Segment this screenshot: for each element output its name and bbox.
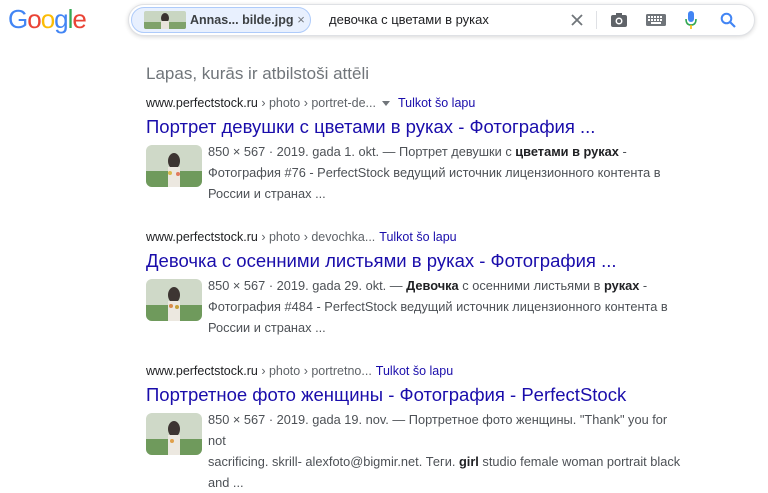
snippet-text: Фотография #484 - PerfectStock ведущий и… [208,299,668,314]
result-cite[interactable]: www.perfectstock.ru › photo › devochka..… [146,228,706,246]
search-result: www.perfectstock.ru › photo › devochka..… [146,228,706,338]
snippet-text: and ... [208,475,244,490]
result-thumbnail[interactable] [146,413,202,455]
logo-letter-o2: o [40,4,56,34]
logo-letter-o1: o [27,4,42,34]
result-meta: 850 × 567 · 2019. gada 29. okt. — [208,278,407,293]
image-query-chip[interactable]: Annas... bilde.jpg × [131,7,311,33]
snippet-text: sacrificing. skrill- alexfoto@bigmir.net… [208,454,459,469]
result-title-link[interactable]: Девочка с осенними листьями в руках - Фо… [146,249,706,273]
result-path: › photo › portretno... [257,364,372,378]
keyboard-icon[interactable] [646,10,666,30]
section-title: Lapas, kurās ir atbilstoši attēli [146,64,369,83]
camera-icon[interactable] [609,10,629,30]
snippet-text: - [618,144,627,159]
result-title-link[interactable]: Портретное фото женщины - Фотография - P… [146,383,706,407]
snippet-text: Портрет девушки с [399,144,516,159]
search-result: www.perfectstock.ru › photo › portret-de… [146,94,706,204]
translate-link[interactable]: Tulkot šo lapu [379,230,456,244]
result-site: www.perfectstock.ru [146,230,258,244]
result-snippet: 850 × 567 · 2019. gada 19. nov. — Портре… [208,409,688,493]
snippet-text: - [639,278,648,293]
result-snippet: 850 × 567 · 2019. gada 1. okt. — Портрет… [208,141,688,204]
microphone-icon[interactable] [681,10,701,30]
logo-letter-g: G [8,4,28,34]
result-cite[interactable]: www.perfectstock.ru › photo › portretno.… [146,362,706,380]
search-box[interactable]: Annas... bilde.jpg × девочка с цветами в… [128,4,755,36]
result-cite[interactable]: www.perfectstock.ru › photo › portret-de… [146,94,706,112]
logo-letter-e: e [72,4,87,34]
result-site: www.perfectstock.ru [146,364,258,378]
snippet-bold: Девочка [406,278,459,293]
result-path: › photo › portret-de... [257,96,376,110]
snippet-text: с осенними листьями в [458,278,604,293]
result-snippet: 850 × 567 · 2019. gada 29. okt. — Девочк… [208,275,688,338]
result-path: › photo › devochka... [257,230,376,244]
result-thumbnail[interactable] [146,145,202,187]
close-icon[interactable] [567,10,587,30]
dropdown-arrow-icon[interactable] [381,100,390,106]
chip-close-icon[interactable]: × [294,11,308,29]
result-meta: 850 × 567 · 2019. gada 19. nov. — [208,412,409,427]
chip-label: Annas... bilde.jpg [190,13,294,27]
translate-link[interactable]: Tulkot šo lapu [376,364,453,378]
search-result: www.perfectstock.ru › photo › portretno.… [146,362,706,493]
snippet-text: Фотография #76 - PerfectStock ведущий ис… [208,165,661,180]
translate-link[interactable]: Tulkot šo lapu [398,96,475,110]
snippet-text: studio female woman portrait black [478,454,681,469]
result-site: www.perfectstock.ru [146,96,258,110]
result-meta: 850 × 567 · 2019. gada 1. okt. — [208,144,400,159]
search-icon[interactable] [718,10,738,30]
divider [596,11,597,29]
search-query[interactable]: девочка с цветами в руках [329,12,489,27]
chip-thumbnail [144,11,186,29]
result-thumbnail[interactable] [146,279,202,321]
snippet-bold: girl [458,454,479,469]
google-logo[interactable]: Google [8,4,90,34]
snippet-text: России и странах ... [208,320,326,335]
snippet-text: России и странах ... [208,186,326,201]
result-title-link[interactable]: Портрет девушки с цветами в руках - Фото… [146,115,706,139]
logo-letter-g2: g [54,4,69,34]
snippet-bold: руках [603,278,640,293]
snippet-bold: цветами в руках [515,144,619,159]
